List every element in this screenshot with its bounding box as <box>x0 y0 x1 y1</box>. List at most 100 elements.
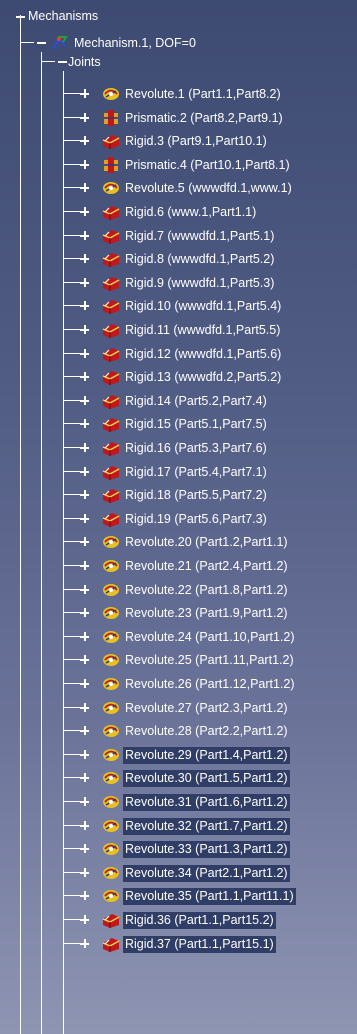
expand-icon[interactable] <box>80 514 89 523</box>
joint-item[interactable]: Revolute.23 (Part1.9,Part1.2) <box>80 603 290 623</box>
joint-item[interactable]: Rigid.7 (wwwdfd.1,Part5.1) <box>80 226 276 246</box>
joint-item[interactable]: Rigid.14 (Part5.2,Part7.4) <box>80 391 269 411</box>
expand-icon[interactable] <box>80 868 89 877</box>
expand-icon[interactable] <box>80 939 89 948</box>
tree-node-joints[interactable]: Joints <box>58 52 103 72</box>
expand-icon[interactable] <box>80 726 89 735</box>
tree-branch <box>63 943 80 944</box>
tree-branch <box>63 258 80 259</box>
joint-item[interactable]: Rigid.6 (www.1,Part1.1) <box>80 202 258 222</box>
collapse-icon[interactable] <box>37 38 46 47</box>
expand-icon[interactable] <box>80 844 89 853</box>
expand-icon[interactable] <box>80 207 89 216</box>
expand-icon[interactable] <box>80 750 89 759</box>
expand-icon[interactable] <box>80 278 89 287</box>
collapse-icon[interactable] <box>58 57 67 66</box>
joint-item[interactable]: Rigid.15 (Part5.1,Part7.5) <box>80 414 269 434</box>
joint-item[interactable]: Revolute.20 (Part1.2,Part1.1) <box>80 532 290 552</box>
tree-node-mechanisms[interactable]: Mechanisms <box>16 6 100 26</box>
joint-item[interactable]: Rigid.11 (wwwdfd.1,Part5.5) <box>80 320 282 340</box>
joint-item[interactable]: Revolute.31 (Part1.6,Part1.2) <box>80 792 290 812</box>
joint-label: Revolute.24 (Part1.10,Part1.2) <box>125 629 295 644</box>
joint-item[interactable]: Revolute.30 (Part1.5,Part1.2) <box>80 768 290 788</box>
expand-icon[interactable] <box>80 160 89 169</box>
expand-icon[interactable] <box>80 773 89 782</box>
expand-icon[interactable] <box>80 254 89 263</box>
expand-icon[interactable] <box>80 301 89 310</box>
joint-item[interactable]: Revolute.24 (Part1.10,Part1.2) <box>80 627 297 647</box>
expand-icon[interactable] <box>80 703 89 712</box>
expand-icon[interactable] <box>80 467 89 476</box>
expand-icon[interactable] <box>80 231 89 240</box>
expand-icon[interactable] <box>80 136 89 145</box>
expand-icon[interactable] <box>80 821 89 830</box>
expand-icon[interactable] <box>80 113 89 122</box>
expand-icon[interactable] <box>80 537 89 546</box>
joint-label: Rigid.7 (wwwdfd.1,Part5.1) <box>125 228 275 243</box>
joint-item[interactable]: Revolute.5 (wwwdfd.1,www.1) <box>80 178 294 198</box>
joint-item[interactable]: Rigid.18 (Part5.5,Part7.2) <box>80 485 269 505</box>
joint-item[interactable]: Revolute.21 (Part2.4,Part1.2) <box>80 556 290 576</box>
joint-item[interactable]: Revolute.33 (Part1.3,Part1.2) <box>80 839 290 859</box>
rigid-icon <box>102 513 120 527</box>
joint-item[interactable]: Prismatic.2 (Part8.2,Part9.1) <box>80 108 285 128</box>
joint-item[interactable]: Rigid.37 (Part1.1,Part15.1) <box>80 934 276 954</box>
tree-line-root <box>20 15 21 1034</box>
expand-icon[interactable] <box>80 89 89 98</box>
joint-item[interactable]: Rigid.3 (Part9.1,Part10.1) <box>80 131 269 151</box>
expand-icon[interactable] <box>80 915 89 924</box>
rigid-icon <box>102 442 120 456</box>
joint-item[interactable]: Rigid.9 (wwwdfd.1,Part5.3) <box>80 273 276 293</box>
joint-item[interactable]: Rigid.36 (Part1.1,Part15.2) <box>80 910 276 930</box>
joint-item[interactable]: Revolute.26 (Part1.12,Part1.2) <box>80 674 297 694</box>
expand-icon[interactable] <box>80 396 89 405</box>
joint-item[interactable]: Rigid.8 (wwwdfd.1,Part5.2) <box>80 249 276 269</box>
rigid-icon <box>102 348 120 362</box>
expand-icon[interactable] <box>80 183 89 192</box>
joint-item[interactable]: Rigid.17 (Part5.4,Part7.1) <box>80 462 269 482</box>
joint-label: Revolute.27 (Part2.3,Part1.2) <box>125 700 288 715</box>
expand-icon[interactable] <box>80 632 89 641</box>
expand-icon[interactable] <box>80 490 89 499</box>
expand-icon[interactable] <box>80 679 89 688</box>
joint-item[interactable]: Rigid.12 (wwwdfd.1,Part5.6) <box>80 344 283 364</box>
joint-item[interactable]: Rigid.13 (wwwdfd.2,Part5.2) <box>80 367 283 387</box>
joint-item[interactable]: Revolute.34 (Part2.1,Part1.2) <box>80 863 290 883</box>
expand-icon[interactable] <box>80 891 89 900</box>
tree-branch <box>63 589 80 590</box>
expand-icon[interactable] <box>80 325 89 334</box>
expand-icon[interactable] <box>80 655 89 664</box>
expand-icon[interactable] <box>80 585 89 594</box>
expand-icon[interactable] <box>80 608 89 617</box>
joint-item[interactable]: Revolute.35 (Part1.1,Part11.1) <box>80 886 296 906</box>
joint-item[interactable]: Rigid.10 (wwwdfd.1,Part5.4) <box>80 296 283 316</box>
joint-item[interactable]: Revolute.29 (Part1.4,Part1.2) <box>80 745 290 765</box>
joint-label: Revolute.35 (Part1.1,Part11.1) <box>123 887 296 905</box>
joint-item[interactable]: Revolute.25 (Part1.11,Part1.2) <box>80 650 296 670</box>
tree-branch <box>63 282 80 283</box>
tree-node-mechanism[interactable]: Mechanism.1, DOF=0 <box>37 33 198 53</box>
tree-branch <box>63 518 80 519</box>
joint-item[interactable]: Revolute.1 (Part1.1,Part8.2) <box>80 84 283 104</box>
revolute-icon <box>103 678 119 690</box>
joint-item[interactable]: Revolute.28 (Part2.2,Part1.2) <box>80 721 290 741</box>
tree-branch <box>63 376 80 377</box>
joint-item[interactable]: Prismatic.4 (Part10.1,Part8.1) <box>80 155 292 175</box>
rigid-icon <box>102 489 120 503</box>
expand-icon[interactable] <box>80 349 89 358</box>
expand-icon[interactable] <box>80 419 89 428</box>
expand-icon[interactable] <box>80 443 89 452</box>
joint-item[interactable]: Revolute.32 (Part1.7,Part1.2) <box>80 816 290 836</box>
expand-icon[interactable] <box>80 797 89 806</box>
expand-icon[interactable] <box>80 372 89 381</box>
tree-branch <box>41 61 55 62</box>
joint-label: Revolute.33 (Part1.3,Part1.2) <box>123 840 290 858</box>
joint-item[interactable]: Rigid.16 (Part5.3,Part7.6) <box>80 438 269 458</box>
expand-icon[interactable] <box>80 561 89 570</box>
rigid-icon <box>102 277 120 291</box>
joint-label: Rigid.14 (Part5.2,Part7.4) <box>125 393 267 408</box>
joint-item[interactable]: Revolute.27 (Part2.3,Part1.2) <box>80 698 290 718</box>
collapse-icon[interactable] <box>16 12 25 21</box>
joint-item[interactable]: Revolute.22 (Part1.8,Part1.2) <box>80 580 290 600</box>
joint-item[interactable]: Rigid.19 (Part5.6,Part7.3) <box>80 509 269 529</box>
